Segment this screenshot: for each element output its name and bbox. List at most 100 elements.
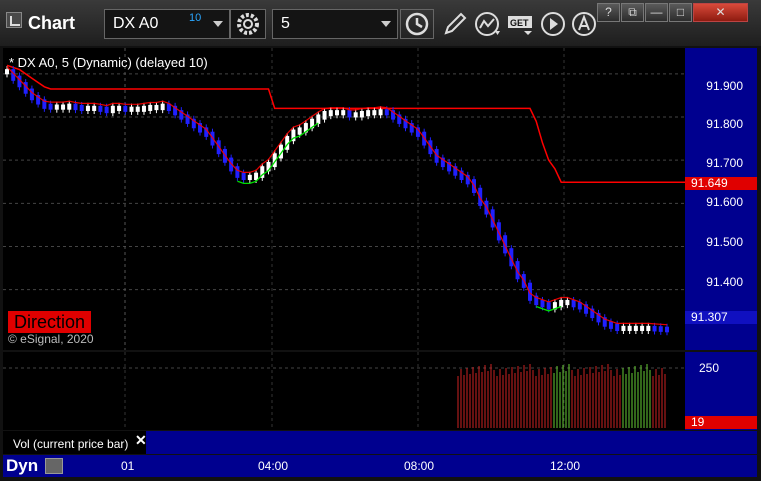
candle bbox=[496, 222, 501, 241]
lock-icon[interactable] bbox=[45, 458, 63, 474]
candle bbox=[54, 104, 59, 110]
candle bbox=[322, 110, 327, 120]
candle bbox=[359, 110, 364, 118]
direction-label: Direction bbox=[8, 311, 92, 333]
time-axis-label: 04:00 bbox=[258, 459, 289, 473]
candle bbox=[540, 299, 545, 308]
candle bbox=[328, 110, 333, 117]
volume-title-area: Vol (current price bar) ✕ bbox=[3, 431, 147, 454]
time-template-button[interactable] bbox=[400, 9, 434, 39]
candle bbox=[490, 209, 495, 228]
pencil-icon bbox=[444, 12, 467, 35]
candle bbox=[384, 109, 389, 116]
time-axis[interactable]: Dyn 01 04:00 08:00 12:00 bbox=[3, 455, 757, 477]
chart-app-icon bbox=[6, 12, 22, 28]
restore-button[interactable]: ⧉ bbox=[621, 3, 644, 22]
dynamic-label: Dyn bbox=[6, 456, 39, 475]
candle bbox=[503, 235, 508, 254]
candle bbox=[353, 112, 358, 118]
candle bbox=[92, 105, 97, 111]
candle bbox=[141, 105, 146, 112]
symbol-selector[interactable]: DX A0 10 bbox=[104, 9, 230, 39]
price-axis-label: 91.600 bbox=[706, 195, 743, 209]
candle bbox=[372, 110, 377, 116]
volume-label-bar: Vol (current price bar) ✕ bbox=[3, 431, 757, 454]
candle bbox=[123, 105, 128, 112]
candle bbox=[633, 325, 638, 332]
stop-line-series bbox=[6, 64, 685, 183]
volume-title: Vol (current price bar) bbox=[8, 436, 134, 452]
candle bbox=[515, 261, 520, 280]
studies-button[interactable] bbox=[473, 9, 503, 39]
candle bbox=[565, 299, 570, 306]
get-icon: GET bbox=[508, 16, 532, 35]
candle bbox=[627, 325, 632, 332]
candle bbox=[347, 110, 352, 118]
price-chart[interactable] bbox=[3, 48, 685, 350]
price-axis[interactable]: 91.900 91.800 91.700 91.600 91.500 91.40… bbox=[685, 48, 757, 350]
maximize-button[interactable]: □ bbox=[669, 3, 692, 22]
study-title: * DX A0, 5 (Dynamic) (delayed 10) bbox=[9, 55, 208, 70]
last-price-tag: 91.307 bbox=[685, 311, 757, 324]
candle bbox=[129, 106, 134, 112]
close-button[interactable]: ✕ bbox=[693, 3, 748, 22]
draw-tools-button[interactable] bbox=[440, 9, 470, 39]
alerts-button[interactable] bbox=[570, 9, 600, 39]
chevron-down-icon bbox=[213, 21, 223, 27]
interval-value: 5 bbox=[281, 15, 290, 32]
candle bbox=[615, 323, 620, 332]
candle bbox=[85, 105, 90, 111]
volume-pane[interactable] bbox=[3, 352, 685, 430]
candle bbox=[110, 105, 115, 114]
candle bbox=[528, 282, 533, 301]
replay-button[interactable] bbox=[539, 9, 569, 39]
candle bbox=[665, 326, 669, 333]
candle bbox=[135, 106, 140, 112]
candle bbox=[366, 110, 371, 117]
settings-button[interactable] bbox=[230, 9, 266, 39]
line-study-icon bbox=[475, 12, 500, 36]
candle bbox=[61, 104, 66, 110]
candle bbox=[297, 127, 302, 135]
volume-axis-label: 250 bbox=[698, 361, 719, 375]
close-icon[interactable]: ✕ bbox=[135, 432, 147, 449]
chevron-down-icon bbox=[381, 21, 391, 27]
candle bbox=[378, 109, 383, 116]
price-axis-label: 91.400 bbox=[706, 275, 743, 289]
candle bbox=[254, 172, 259, 181]
candle bbox=[79, 104, 84, 111]
window-title: Chart bbox=[28, 13, 76, 33]
candle bbox=[241, 172, 246, 181]
chart-window: Chart DX A0 10 5 GET ? ⧉ — □ ✕ * DX A0, … bbox=[0, 0, 761, 481]
candle bbox=[247, 174, 252, 181]
price-chart-pane[interactable]: * DX A0, 5 (Dynamic) (delayed 10) Direct… bbox=[3, 48, 685, 350]
candle bbox=[658, 326, 663, 332]
candle bbox=[73, 103, 78, 111]
time-axis-label: 01 bbox=[121, 459, 135, 473]
candle bbox=[640, 325, 645, 332]
candle bbox=[117, 105, 122, 111]
candle bbox=[559, 299, 564, 308]
volume-current-tag: 19 bbox=[685, 416, 757, 429]
interval-selector[interactable]: 5 bbox=[272, 9, 398, 39]
candle bbox=[148, 104, 153, 111]
time-axis-label: 08:00 bbox=[404, 459, 435, 473]
clock-icon bbox=[405, 12, 429, 36]
candle bbox=[341, 110, 346, 116]
candle bbox=[316, 114, 321, 124]
toolbar: Chart DX A0 10 5 GET ? ⧉ — □ ✕ bbox=[0, 0, 761, 46]
play-icon bbox=[541, 12, 565, 36]
candle bbox=[104, 106, 109, 114]
get-data-button[interactable]: GET bbox=[506, 9, 536, 39]
help-button[interactable]: ? bbox=[597, 3, 620, 22]
candle bbox=[608, 321, 613, 329]
candle bbox=[154, 104, 159, 111]
volume-chart[interactable] bbox=[3, 352, 685, 430]
copyright-text: © eSignal, 2020 bbox=[8, 332, 94, 346]
red-line-price-tag: 91.649 bbox=[685, 177, 757, 190]
minimize-button[interactable]: — bbox=[645, 3, 668, 22]
candle bbox=[621, 325, 626, 332]
volume-axis[interactable]: 250 19 bbox=[685, 352, 757, 430]
candle bbox=[546, 302, 551, 310]
price-axis-label: 91.500 bbox=[706, 235, 743, 249]
